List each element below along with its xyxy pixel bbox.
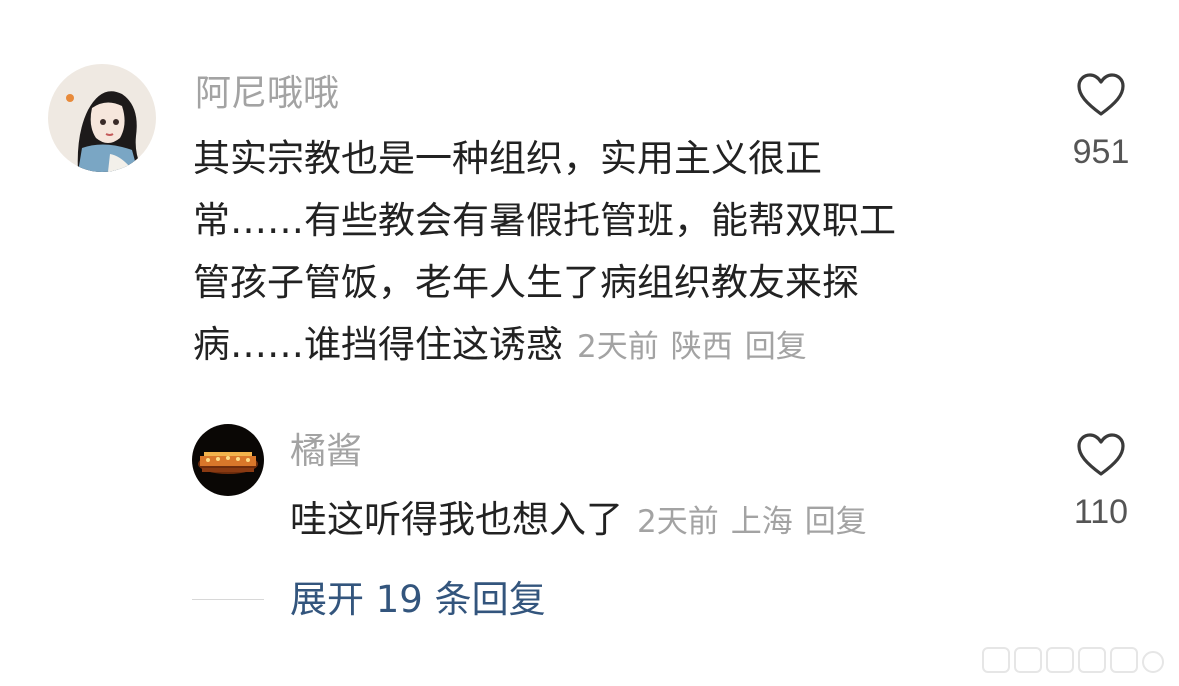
- like-button[interactable]: 110: [1065, 432, 1137, 532]
- expand-replies-button[interactable]: 展开 19 条回复: [290, 578, 546, 622]
- avatar[interactable]: [48, 64, 156, 172]
- heart-outline-icon: [1077, 73, 1125, 116]
- comment-text-line: 常……有些教会有暑假托管班，能帮双职工: [193, 199, 896, 242]
- reply-button[interactable]: 回复: [805, 504, 867, 540]
- comment-text-line: 其实宗教也是一种组织，实用主义很正: [193, 137, 822, 180]
- comment-text: 哇这听得我也想入了 2天前 上海 回复: [290, 489, 867, 553]
- comment-thread: 阿尼哦哦 其实宗教也是一种组织，实用主义很正 常……有些教会有暑假托管班，能帮双…: [0, 0, 1179, 686]
- comment-username[interactable]: 阿尼哦哦: [195, 72, 339, 116]
- reply-button[interactable]: 回复: [745, 329, 807, 365]
- comment-meta: 2天前 陕西 回复: [577, 329, 807, 365]
- heart-outline-icon: [1077, 433, 1125, 476]
- divider: [192, 599, 264, 600]
- like-count: 951: [1072, 133, 1130, 171]
- comment-text: 其实宗教也是一种组织，实用主义很正 常……有些教会有暑假托管班，能帮双职工 管孩…: [193, 128, 896, 378]
- comment-text-line: 病……谁挡得住这诱惑 2天前 陕西 回复: [193, 314, 896, 378]
- comment-meta: 2天前 上海 回复: [637, 504, 867, 540]
- comment-time: 2天前: [637, 504, 719, 540]
- comment-text-line-end: 哇这听得我也想入了: [290, 498, 623, 541]
- comment-text-line: 管孩子管饭，老年人生了病组织教友来探: [193, 261, 859, 304]
- comment-time: 2天前: [577, 329, 659, 365]
- comment-location: 陕西: [670, 329, 733, 365]
- comment-text-line-end: 病……谁挡得住这诱惑: [193, 323, 563, 366]
- comment-username[interactable]: 橘酱: [290, 430, 362, 474]
- comment-location: 上海: [730, 504, 793, 540]
- comment-text-line: 哇这听得我也想入了 2天前 上海 回复: [290, 489, 867, 553]
- like-count: 110: [1073, 493, 1129, 531]
- avatar[interactable]: [192, 424, 264, 496]
- watermark-logo: [979, 640, 1169, 678]
- like-button[interactable]: 951: [1065, 72, 1137, 172]
